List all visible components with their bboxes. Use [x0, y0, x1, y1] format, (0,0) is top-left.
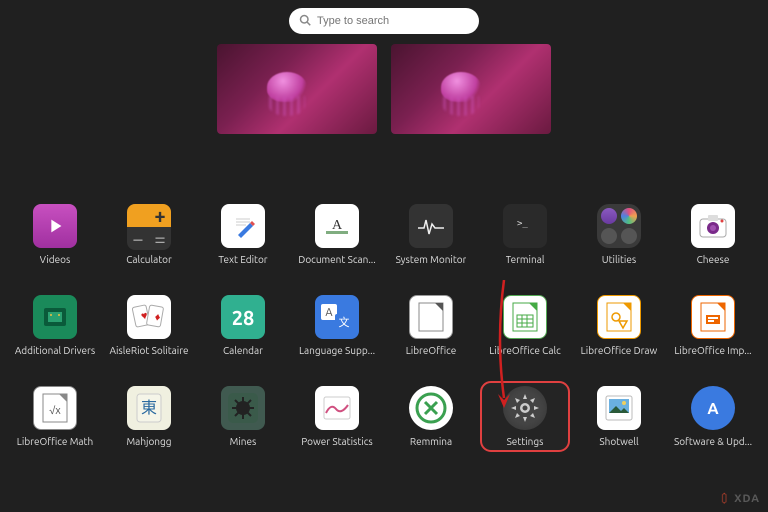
search-icon — [299, 12, 311, 30]
app-launcher-shotwell[interactable]: Shotwell — [575, 382, 663, 451]
app-launcher-sysmon[interactable]: System Monitor — [387, 200, 475, 269]
app-label: Software & Upd... — [674, 436, 752, 447]
app-label: Mahjongg — [126, 436, 171, 447]
text-icon — [221, 204, 265, 248]
mines-icon — [221, 386, 265, 430]
app-launcher-term[interactable]: >_ Terminal — [481, 200, 569, 269]
draw-icon — [597, 295, 641, 339]
watermark: XDA — [714, 490, 760, 506]
app-launcher-power[interactable]: Power Statistics — [293, 382, 381, 451]
app-launcher-mah[interactable]: 東 Mahjongg — [105, 382, 193, 451]
app-label: LibreOffice Draw — [581, 345, 658, 356]
app-label: Utilities — [602, 254, 636, 265]
workspace-thumbnail[interactable] — [217, 44, 377, 134]
app-launcher-calc2[interactable]: LibreOffice Calc — [481, 291, 569, 360]
svg-text:文: 文 — [339, 315, 350, 329]
search-bar[interactable] — [289, 8, 479, 34]
app-label: Language Supp... — [299, 345, 375, 356]
app-label: Calendar — [223, 345, 263, 356]
power-icon — [315, 386, 359, 430]
videos-icon — [33, 204, 77, 248]
app-label: Mines — [230, 436, 257, 447]
svg-text:√x: √x — [49, 405, 61, 417]
cards-icon: ♥♦ — [127, 295, 171, 339]
app-label: Videos — [40, 254, 71, 265]
app-launcher-libre[interactable]: LibreOffice — [387, 291, 475, 360]
lang-icon: A文 — [315, 295, 359, 339]
app-label: LibreOffice Calc — [489, 345, 560, 356]
app-label: Text Editor — [218, 254, 267, 265]
app-launcher-settings[interactable]: Settings — [481, 382, 569, 451]
app-launcher-videos[interactable]: Videos — [11, 200, 99, 269]
search-input[interactable] — [317, 15, 469, 27]
app-label: LibreOffice Math — [17, 436, 93, 447]
app-label: AisleRiot Solitaire — [109, 345, 188, 356]
app-launcher-cards[interactable]: ♥♦ AisleRiot Solitaire — [105, 291, 193, 360]
app-launcher-math[interactable]: √x LibreOffice Math — [11, 382, 99, 451]
app-launcher-util[interactable]: Utilities — [575, 200, 663, 269]
drv-icon — [33, 295, 77, 339]
app-launcher-lang[interactable]: A文 Language Supp... — [293, 291, 381, 360]
svg-text:A: A — [707, 400, 719, 418]
app-label: System Monitor — [396, 254, 467, 265]
svg-text:>_: >_ — [517, 219, 528, 229]
app-label: Calculator — [126, 254, 172, 265]
app-launcher-mines[interactable]: Mines — [199, 382, 287, 451]
shotwell-icon — [597, 386, 641, 430]
svg-text:東: 東 — [141, 399, 157, 417]
app-launcher-calc[interactable]: +−= Calculator — [105, 200, 193, 269]
app-launcher-cal[interactable]: 28 Calendar — [199, 291, 287, 360]
calc-icon: +−= — [127, 204, 171, 248]
app-launcher-draw[interactable]: LibreOffice Draw — [575, 291, 663, 360]
app-launcher-text[interactable]: Text Editor — [199, 200, 287, 269]
scan-icon: A — [315, 204, 359, 248]
app-launcher-drv[interactable]: Additional Drivers — [11, 291, 99, 360]
cal-icon: 28 — [221, 295, 265, 339]
app-label: LibreOffice Imp... — [674, 345, 751, 356]
app-label: Shotwell — [599, 436, 638, 447]
math-icon: √x — [33, 386, 77, 430]
term-icon: >_ — [503, 204, 547, 248]
app-label: Power Statistics — [301, 436, 372, 447]
workspace-switcher — [217, 44, 551, 134]
app-label: Additional Drivers — [15, 345, 95, 356]
app-launcher-scan[interactable]: A Document Scan... — [293, 200, 381, 269]
svg-text:A: A — [325, 307, 333, 319]
app-launcher-software[interactable]: A Software & Upd... — [669, 382, 757, 451]
app-label: Remmina — [410, 436, 452, 447]
app-launcher-imp[interactable]: LibreOffice Imp... — [669, 291, 757, 360]
mah-icon: 東 — [127, 386, 171, 430]
app-grid: Videos +−= Calculator Text Editor A Document … — [0, 200, 768, 451]
svg-text:A: A — [332, 218, 343, 233]
cheese-icon — [691, 204, 735, 248]
settings-icon — [503, 386, 547, 430]
app-label: LibreOffice — [406, 345, 457, 356]
workspace-thumbnail[interactable] — [391, 44, 551, 134]
app-label: Settings — [507, 436, 544, 447]
util-icon — [597, 204, 641, 248]
app-label: Cheese — [697, 254, 730, 265]
imp-icon — [691, 295, 735, 339]
sysmon-icon — [409, 204, 453, 248]
app-launcher-remmina[interactable]: Remmina — [387, 382, 475, 451]
app-label: Terminal — [506, 254, 545, 265]
app-launcher-cheese[interactable]: Cheese — [669, 200, 757, 269]
remmina-icon — [409, 386, 453, 430]
calc2-icon — [503, 295, 547, 339]
libre-icon — [409, 295, 453, 339]
software-icon: A — [691, 386, 735, 430]
app-label: Document Scan... — [298, 254, 375, 265]
